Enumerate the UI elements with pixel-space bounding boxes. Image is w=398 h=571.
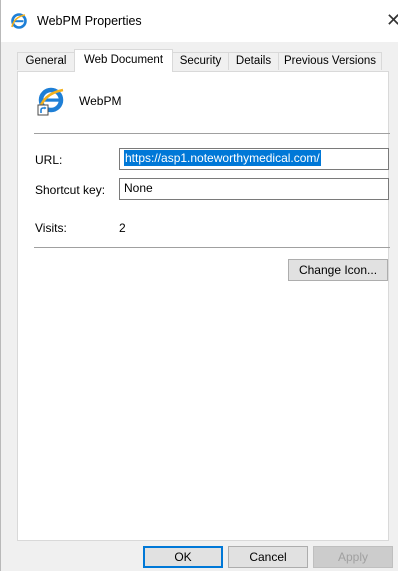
tab-previous-versions[interactable]: Previous Versions [278, 52, 382, 70]
visits-value: 2 [119, 221, 126, 235]
document-name: WebPM [79, 94, 122, 108]
url-label: URL: [35, 153, 63, 167]
separator-top [34, 133, 390, 134]
apply-button[interactable]: Apply [313, 546, 393, 568]
tab-strip: General Web Document Security Details Pr… [17, 49, 389, 72]
properties-dialog: WebPM Properties ✕ General Web Document … [0, 0, 398, 571]
tab-security[interactable]: Security [172, 52, 229, 70]
internet-explorer-icon [11, 13, 27, 29]
change-icon-button[interactable]: Change Icon... [288, 259, 388, 281]
web-document-tab-page: WebPM URL: https://asp1.noteworthymedica… [17, 71, 390, 541]
close-icon[interactable]: ✕ [386, 6, 398, 34]
tab-details[interactable]: Details [228, 52, 279, 70]
shortcut-key-field[interactable]: None [119, 178, 389, 200]
cancel-button[interactable]: Cancel [228, 546, 308, 568]
title-bar[interactable]: WebPM Properties ✕ [1, 0, 398, 42]
visits-label: Visits: [35, 221, 67, 235]
tab-web-document[interactable]: Web Document [74, 49, 173, 72]
url-selected-text: https://asp1.noteworthymedical.com/ [124, 150, 321, 166]
ok-button[interactable]: OK [143, 546, 223, 568]
window-title: WebPM Properties [37, 14, 142, 28]
internet-explorer-shortcut-icon [37, 87, 64, 116]
separator-bottom [34, 247, 390, 248]
url-field[interactable]: https://asp1.noteworthymedical.com/ [119, 148, 389, 170]
tab-general[interactable]: General [17, 52, 75, 70]
shortcut-key-label: Shortcut key: [35, 183, 106, 197]
